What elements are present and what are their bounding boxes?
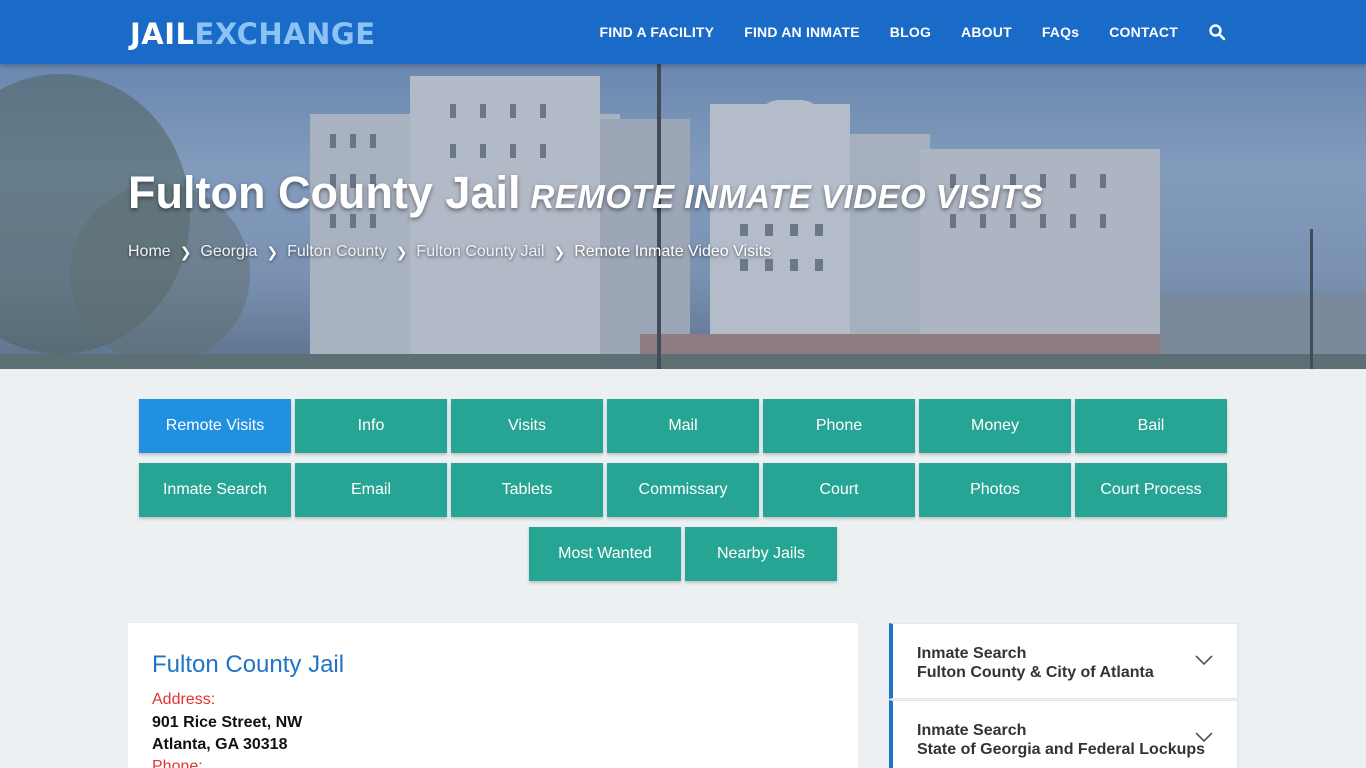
tab-remote-visits[interactable]: Remote Visits bbox=[139, 399, 291, 453]
chevron-right-icon: ❯ bbox=[553, 243, 566, 260]
tab-court[interactable]: Court bbox=[763, 463, 915, 517]
tab-email[interactable]: Email bbox=[295, 463, 447, 517]
tab-tablets[interactable]: Tablets bbox=[451, 463, 603, 517]
breadcrumb-fulton-county-jail[interactable]: Fulton County Jail bbox=[416, 243, 544, 261]
accordion-inmate-search-georgia[interactable]: Inmate Search State of Georgia and Feder… bbox=[889, 700, 1238, 768]
breadcrumb-georgia[interactable]: Georgia bbox=[200, 243, 257, 261]
sidebar: Inmate Search Fulton County & City of At… bbox=[889, 623, 1238, 768]
accordion-subtitle: State of Georgia and Federal Lockups bbox=[917, 741, 1206, 758]
accordion-title: Inmate Search bbox=[917, 722, 1027, 739]
page-subtitle: REMOTE INMATE VIDEO VISITS bbox=[530, 178, 1044, 215]
tab-row-2: Inmate Search Email Tablets Commissary C… bbox=[0, 463, 1366, 517]
nav-find-facility[interactable]: FIND A FACILITY bbox=[599, 24, 714, 40]
tab-mail[interactable]: Mail bbox=[607, 399, 759, 453]
logo-part-jail: JAIL bbox=[130, 17, 195, 51]
tab-row-1: Remote Visits Info Visits Mail Phone Mon… bbox=[0, 399, 1366, 453]
address-label: Address: bbox=[152, 691, 216, 708]
top-navbar: JAILEXCHANGE FIND A FACILITY FIND AN INM… bbox=[0, 0, 1366, 64]
accordion-title: Inmate Search bbox=[917, 645, 1027, 662]
tab-money[interactable]: Money bbox=[919, 399, 1071, 453]
accordion-subtitle: Fulton County & City of Atlanta bbox=[917, 664, 1154, 681]
site-logo[interactable]: JAILEXCHANGE bbox=[130, 17, 376, 51]
logo-part-exchange: EXCHANGE bbox=[194, 17, 376, 51]
nav-find-inmate[interactable]: FIND AN INMATE bbox=[744, 24, 860, 40]
tab-most-wanted[interactable]: Most Wanted bbox=[529, 527, 681, 581]
chevron-right-icon: ❯ bbox=[266, 243, 279, 260]
hero-banner: Fulton County Jail REMOTE INMATE VIDEO VI… bbox=[0, 64, 1366, 369]
breadcrumb: Home ❯ Georgia ❯ Fulton County ❯ Fulton … bbox=[128, 243, 771, 261]
phone-label: Phone: bbox=[152, 758, 203, 768]
search-icon[interactable] bbox=[1208, 23, 1226, 41]
breadcrumb-home[interactable]: Home bbox=[128, 243, 171, 261]
tab-inmate-search[interactable]: Inmate Search bbox=[139, 463, 291, 517]
tab-photos[interactable]: Photos bbox=[919, 463, 1071, 517]
facility-title: Fulton County Jail bbox=[128, 167, 521, 218]
address-line-2: Atlanta, GA 30318 bbox=[152, 736, 288, 753]
tab-bail[interactable]: Bail bbox=[1075, 399, 1227, 453]
facility-info-card: Fulton County Jail Address: 901 Rice Str… bbox=[128, 623, 858, 768]
page-title: Fulton County Jail REMOTE INMATE VIDEO VI… bbox=[128, 167, 1043, 219]
tab-nearby-jails[interactable]: Nearby Jails bbox=[685, 527, 837, 581]
main-nav: FIND A FACILITY FIND AN INMATE BLOG ABOU… bbox=[569, 0, 1226, 64]
tab-visits[interactable]: Visits bbox=[451, 399, 603, 453]
chevron-down-icon[interactable] bbox=[1195, 731, 1213, 743]
address-line-1: 901 Rice Street, NW bbox=[152, 714, 303, 731]
breadcrumb-current: Remote Inmate Video Visits bbox=[574, 243, 772, 260]
nav-about[interactable]: ABOUT bbox=[961, 24, 1012, 40]
chevron-down-icon[interactable] bbox=[1195, 654, 1213, 666]
nav-contact[interactable]: CONTACT bbox=[1109, 24, 1178, 40]
tab-commissary[interactable]: Commissary bbox=[607, 463, 759, 517]
chevron-right-icon: ❯ bbox=[179, 243, 192, 260]
breadcrumb-fulton-county[interactable]: Fulton County bbox=[287, 243, 387, 261]
nav-faqs[interactable]: FAQs bbox=[1042, 24, 1079, 40]
tab-phone[interactable]: Phone bbox=[763, 399, 915, 453]
tab-info[interactable]: Info bbox=[295, 399, 447, 453]
chevron-right-icon: ❯ bbox=[395, 243, 408, 260]
tab-row-3: Most Wanted Nearby Jails bbox=[0, 527, 1366, 581]
accordion-inmate-search-fulton[interactable]: Inmate Search Fulton County & City of At… bbox=[889, 623, 1238, 699]
nav-blog[interactable]: BLOG bbox=[890, 24, 931, 40]
tab-court-process[interactable]: Court Process bbox=[1075, 463, 1227, 517]
facility-card-title: Fulton County Jail bbox=[152, 651, 345, 678]
facility-tabs: Remote Visits Info Visits Mail Phone Mon… bbox=[0, 399, 1366, 591]
